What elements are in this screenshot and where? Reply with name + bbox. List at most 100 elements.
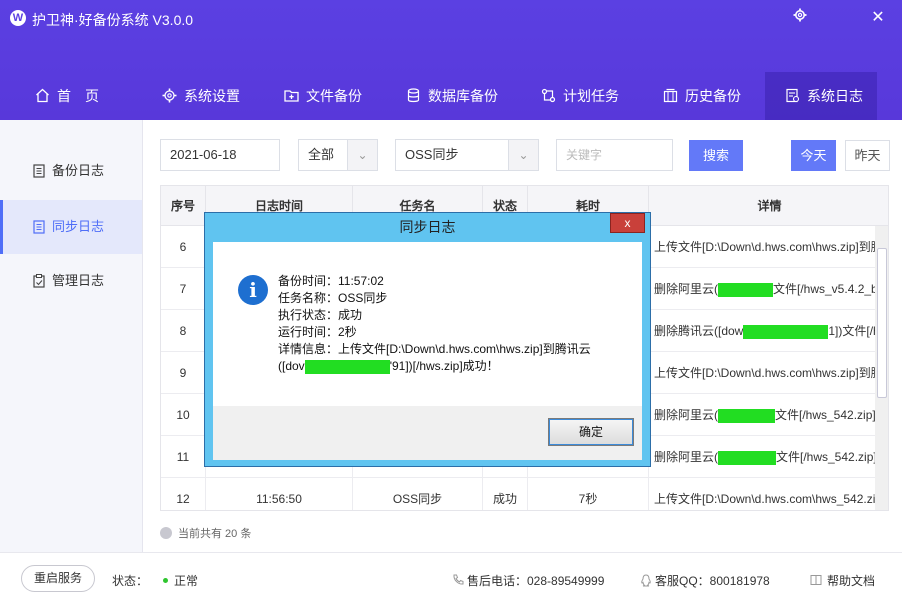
table-row[interactable]: 12 11:56:50 OSS同步 成功 7秒 上传文件[D:\Down\d.hws.co…	[161, 478, 875, 510]
cell-detail: 删除腾讯云([dow 1])文件[/h	[649, 310, 875, 352]
status-label: 状态：	[112, 574, 149, 588]
nav-settings[interactable]: 系统设置	[162, 72, 240, 120]
cell-detail: 删除阿里云(文件[/hws_542.zip]成功！	[649, 436, 875, 478]
nav-history-label: 历史备份	[685, 88, 741, 104]
task-select-value: OSS同步	[405, 147, 459, 162]
redaction-block	[718, 282, 773, 297]
app-logo-icon: W	[10, 10, 26, 26]
cell-detail: 上传文件[D:\Down\d.hws.com\hws.zip]到腾	[649, 226, 875, 268]
info-icon: i	[238, 275, 268, 305]
detail-line: 详情信息：上传文件[D:\Down\d.hws.com\hws.zip]到腾讯云	[278, 342, 591, 356]
detail-line-continued: ([dov '91])[/hws.zip]成功！	[278, 358, 633, 375]
keyword-placeholder: 关键字	[566, 148, 603, 162]
title-bar: W 护卫神·好备份系统 V3.0.0 ✕	[0, 0, 902, 38]
settings-gear-icon[interactable]	[790, 8, 810, 28]
status-select-value: 全部	[308, 147, 335, 162]
status-value: 正常	[163, 572, 198, 589]
sidebar-item-sync-log[interactable]: 同步日志	[0, 200, 142, 254]
detail-line-post: '91])[/hws.zip]成功！	[389, 359, 499, 373]
home-icon	[36, 88, 49, 103]
nav-home-label: 首 页	[57, 88, 99, 104]
qq-penguin-icon	[641, 574, 651, 587]
support-qq-text: 客服QQ：800181978	[655, 574, 770, 588]
nav-file-backup[interactable]: 文件备份	[284, 72, 362, 120]
schedule-icon	[541, 88, 556, 103]
dialog-close-button[interactable]: x	[610, 213, 645, 233]
task-select[interactable]: OSS同步 ⌄	[395, 139, 539, 171]
app-header: W 护卫神·好备份系统 V3.0.0 ✕ 首 页 系统设置 文件备份 数据库备份…	[0, 0, 902, 120]
sidebar-item-label: 同步日志	[52, 219, 105, 234]
detail-text-pre: 上传文件[D:\Down\d.hws.com\hws.zip]到腾	[654, 240, 875, 254]
sidebar-item-backup-log[interactable]: 备份日志	[0, 144, 142, 198]
run-time-line: 运行时间：2秒	[278, 325, 357, 339]
folder-plus-icon	[284, 90, 299, 102]
cell-no: 6	[161, 226, 206, 268]
app-title: 护卫神·好备份系统 V3.0.0	[32, 12, 194, 28]
document-icon	[33, 164, 45, 178]
support-phone: 售后电话：028-89549999	[452, 572, 604, 589]
nav-settings-label: 系统设置	[184, 88, 240, 104]
nav-schedule[interactable]: 计划任务	[541, 72, 619, 120]
help-docs-text: 帮助文档	[827, 574, 876, 588]
sidebar-item-label: 管理日志	[52, 273, 105, 288]
yesterday-button[interactable]: 昨天	[845, 140, 890, 171]
detail-text-pre: 删除腾讯云([dow	[654, 324, 744, 338]
detail-text-pre: 上传文件[D:\Down\d.hws.com\hws.zip]到腾	[654, 366, 875, 380]
help-docs-link[interactable]: 帮助文档	[810, 572, 875, 589]
cell-task: OSS同步	[353, 478, 483, 510]
nav-file-backup-label: 文件备份	[306, 88, 362, 104]
info-dot-icon	[160, 527, 172, 539]
dialog-message-area: i 备份时间：11:57:02 任务名称：OSS同步 执行状态：成功 运行时间：…	[213, 242, 642, 406]
status-value-text: 正常	[174, 574, 199, 588]
cell-no: 7	[161, 268, 206, 310]
nav-system-log-label: 系统日志	[807, 88, 863, 104]
cell-no: 12	[161, 478, 206, 510]
cell-detail: 上传文件[D:\Down\d.hws.com\hws_542.zip	[649, 478, 875, 510]
database-icon	[407, 88, 420, 103]
nav-system-log[interactable]: 系统日志	[765, 72, 877, 120]
col-header-detail: 详情	[757, 199, 782, 213]
sidebar-item-label: 备份日志	[52, 163, 105, 178]
dialog-message: 备份时间：11:57:02 任务名称：OSS同步 执行状态：成功 运行时间：2秒…	[278, 273, 633, 375]
task-name-line: 任务名称：OSS同步	[278, 291, 388, 305]
document-icon	[33, 220, 45, 234]
cell-no: 10	[161, 394, 206, 436]
redaction-block	[743, 324, 829, 339]
status-select[interactable]: 全部 ⌄	[298, 139, 378, 171]
keyword-input[interactable]: 关键字	[556, 139, 673, 171]
nav-schedule-label: 计划任务	[563, 88, 619, 104]
sidebar: 备份日志 同步日志 管理日志	[0, 120, 143, 552]
phone-icon	[453, 574, 464, 585]
sidebar-item-admin-log[interactable]: 管理日志	[0, 254, 142, 308]
redaction-block	[718, 408, 775, 423]
date-field[interactable]: 2021-06-18	[160, 139, 280, 171]
restart-service-button[interactable]: 重启服务	[21, 565, 95, 592]
nav-home[interactable]: 首 页	[35, 72, 99, 120]
scrollbar-thumb[interactable]	[877, 248, 887, 398]
chevron-down-icon: ⌄	[347, 140, 377, 170]
search-button[interactable]: 搜索	[689, 140, 743, 171]
redaction-block	[718, 450, 776, 465]
detail-text-pre: 删除阿里云(	[654, 408, 718, 422]
dialog-title: 同步日志	[399, 219, 456, 235]
today-button[interactable]: 今天	[791, 140, 836, 171]
history-icon	[663, 88, 678, 103]
cell-status: 成功	[483, 478, 528, 510]
sync-log-dialog: 同步日志 x i 备份时间：11:57:02 任务名称：OSS同步 执行状态：成…	[204, 212, 651, 467]
support-phone-text: 售后电话：028-89549999	[467, 574, 605, 588]
table-scrollbar[interactable]	[875, 226, 888, 510]
main-nav: 首 页 系统设置 文件备份 数据库备份 计划任务 历史备份 系统日志	[0, 72, 902, 120]
window-close-icon[interactable]: ✕	[868, 8, 888, 28]
detail-text-post: 文件[/hws_542.zip]成功！	[776, 450, 875, 464]
detail-text-post: 文件[/hws_v5.4.2_ba	[773, 282, 875, 296]
nav-db-backup-label: 数据库备份	[428, 88, 498, 104]
detail-text-post: 1])文件[/h	[828, 324, 875, 338]
ok-button[interactable]: 确定	[548, 418, 634, 446]
cell-no: 8	[161, 310, 206, 352]
nav-history[interactable]: 历史备份	[663, 72, 741, 120]
status-bar: 重启服务 状态： 正常 售后电话：028-89549999 客服QQ：80018…	[0, 552, 902, 602]
support-qq[interactable]: 客服QQ：800181978	[640, 572, 770, 589]
nav-db-backup[interactable]: 数据库备份	[406, 72, 498, 120]
col-header-no: 序号	[161, 186, 206, 226]
record-count-text: 当前共有 20 条	[178, 528, 252, 540]
